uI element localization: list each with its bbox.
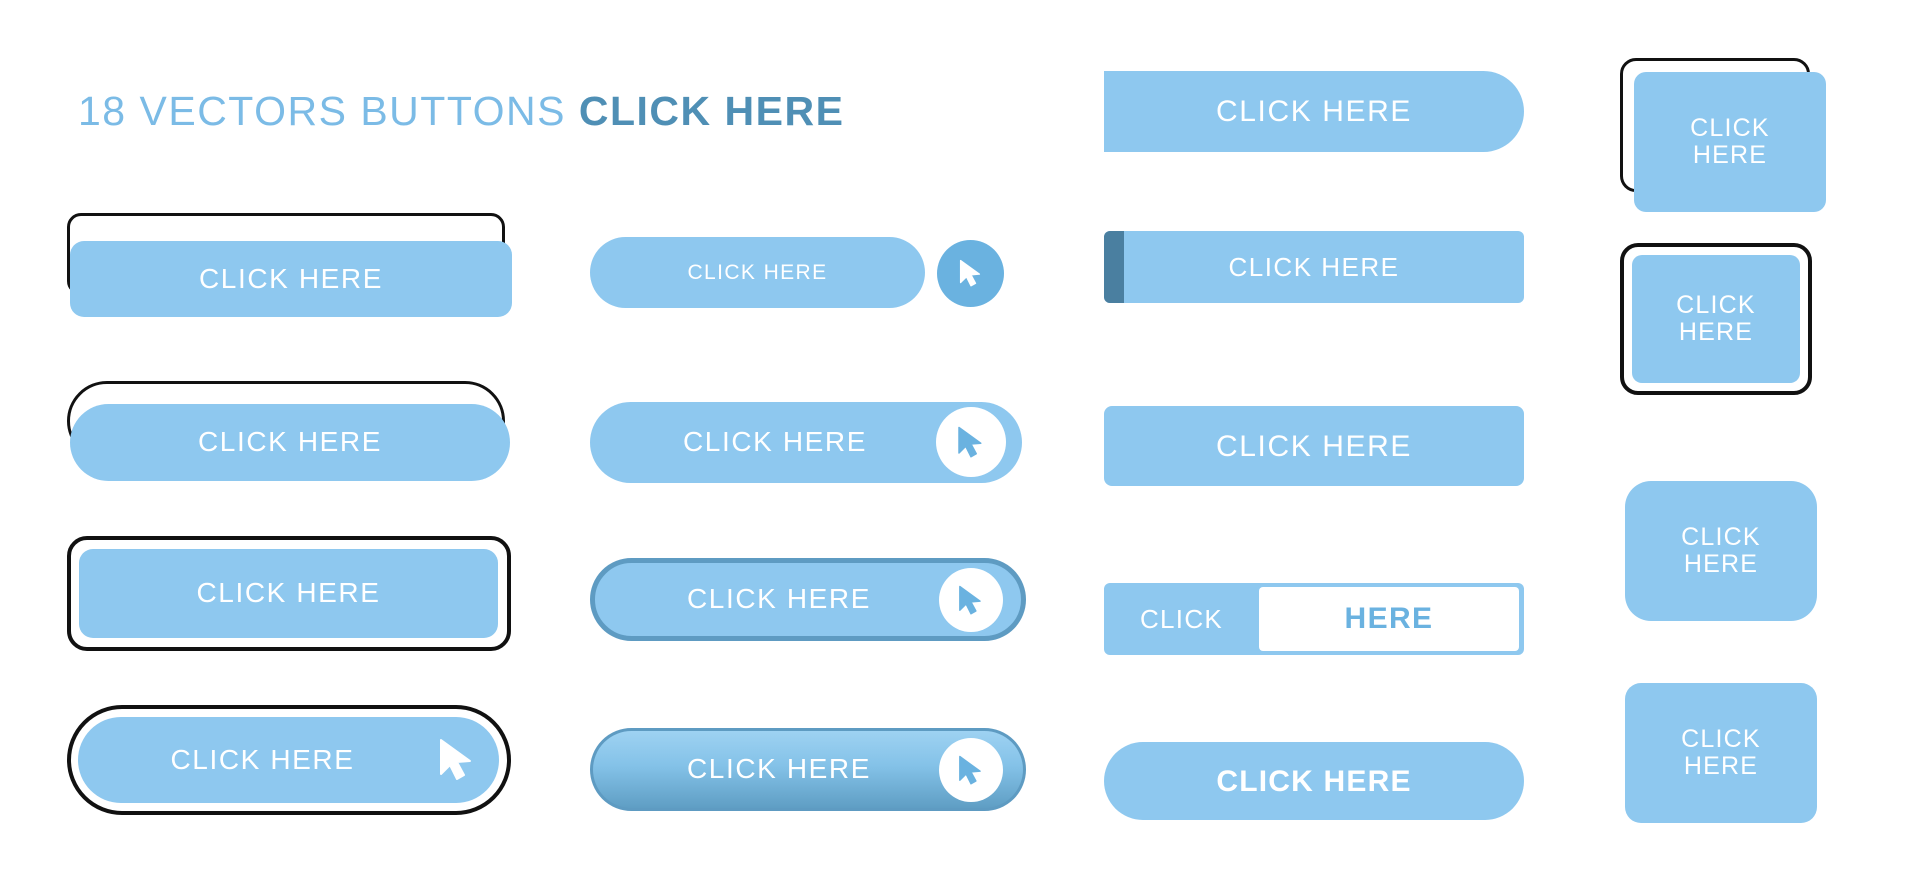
button-col3-row1[interactable]: CLICK HERE xyxy=(1104,71,1524,152)
buttons-showcase-canvas: 18 VECTORS BUTTONS CLICK HERE CLICK HERE… xyxy=(0,0,1920,891)
button-col2-row1[interactable]: CLICK HERE xyxy=(590,237,925,308)
button-col3-row4-right-label: HERE xyxy=(1344,602,1434,635)
page-title: 18 VECTORS BUTTONS CLICK HERE xyxy=(78,88,844,135)
page-title-part2: CLICK HERE xyxy=(578,88,845,134)
cursor-arrow-icon xyxy=(959,259,980,287)
button-col3-row4-left-label: CLICK xyxy=(1139,603,1224,634)
page-title-part1: 18 VECTORS BUTTONS xyxy=(78,88,579,134)
button-col4-row1-label: CLICK HERE xyxy=(1690,113,1770,169)
button-col3-row5[interactable]: CLICK HERE xyxy=(1104,742,1524,820)
button-col1-row3-label: CLICK HERE xyxy=(196,577,381,609)
cursor-badge-col2-row2[interactable] xyxy=(936,407,1006,477)
button-col4-row4-label: CLICK HERE xyxy=(1681,724,1761,780)
cursor-arrow-icon xyxy=(437,738,477,782)
cursor-arrow-icon xyxy=(959,755,981,785)
button-col3-row3[interactable]: CLICK HERE xyxy=(1104,406,1524,486)
button-col1-row4-label: CLICK HERE xyxy=(170,743,355,775)
button-col2-row3-label: CLICK HERE xyxy=(686,583,872,615)
col3-row2-left-bar xyxy=(1104,231,1124,303)
cursor-arrow-icon xyxy=(958,426,982,457)
cursor-badge-col2-row1[interactable] xyxy=(937,240,1004,307)
button-col3-row3-label: CLICK HERE xyxy=(1215,429,1413,463)
button-col4-row3-label: CLICK HERE xyxy=(1681,522,1761,578)
button-col1-row4[interactable]: CLICK HERE xyxy=(78,717,499,803)
button-col4-row2[interactable]: CLICK HERE xyxy=(1632,255,1800,383)
button-col1-row1-label: CLICK HERE xyxy=(198,262,384,294)
button-col4-row4[interactable]: CLICK HERE xyxy=(1625,683,1817,823)
button-col3-row1-label: CLICK HERE xyxy=(1215,95,1413,128)
button-col1-row2[interactable]: CLICK HERE xyxy=(70,404,510,481)
button-col3-row4-right[interactable]: HERE xyxy=(1259,587,1519,651)
button-col4-row1[interactable]: CLICK HERE xyxy=(1634,72,1826,212)
button-col3-row2-label: CLICK HERE xyxy=(1228,251,1400,282)
button-col1-row1[interactable]: CLICK HERE xyxy=(70,241,512,317)
button-col2-row2-label: CLICK HERE xyxy=(682,426,868,458)
button-col3-row2[interactable]: CLICK HERE xyxy=(1104,231,1524,303)
button-col3-row4-left[interactable]: CLICK xyxy=(1104,583,1259,655)
cursor-badge-col2-row4[interactable] xyxy=(939,738,1003,802)
cursor-arrow-icon xyxy=(959,585,981,615)
button-col2-row1-label: CLICK HERE xyxy=(687,260,828,284)
button-col3-row5-label: CLICK HERE xyxy=(1216,764,1412,798)
button-col1-row2-label: CLICK HERE xyxy=(197,426,383,458)
cursor-badge-col2-row3[interactable] xyxy=(939,568,1003,632)
button-col4-row3[interactable]: CLICK HERE xyxy=(1625,481,1817,621)
button-col1-row3[interactable]: CLICK HERE xyxy=(79,549,498,638)
button-col3-row4-group: CLICK HERE xyxy=(1104,583,1524,655)
button-col4-row2-label: CLICK HERE xyxy=(1676,290,1756,346)
button-col2-row4-label: CLICK HERE xyxy=(686,753,872,785)
